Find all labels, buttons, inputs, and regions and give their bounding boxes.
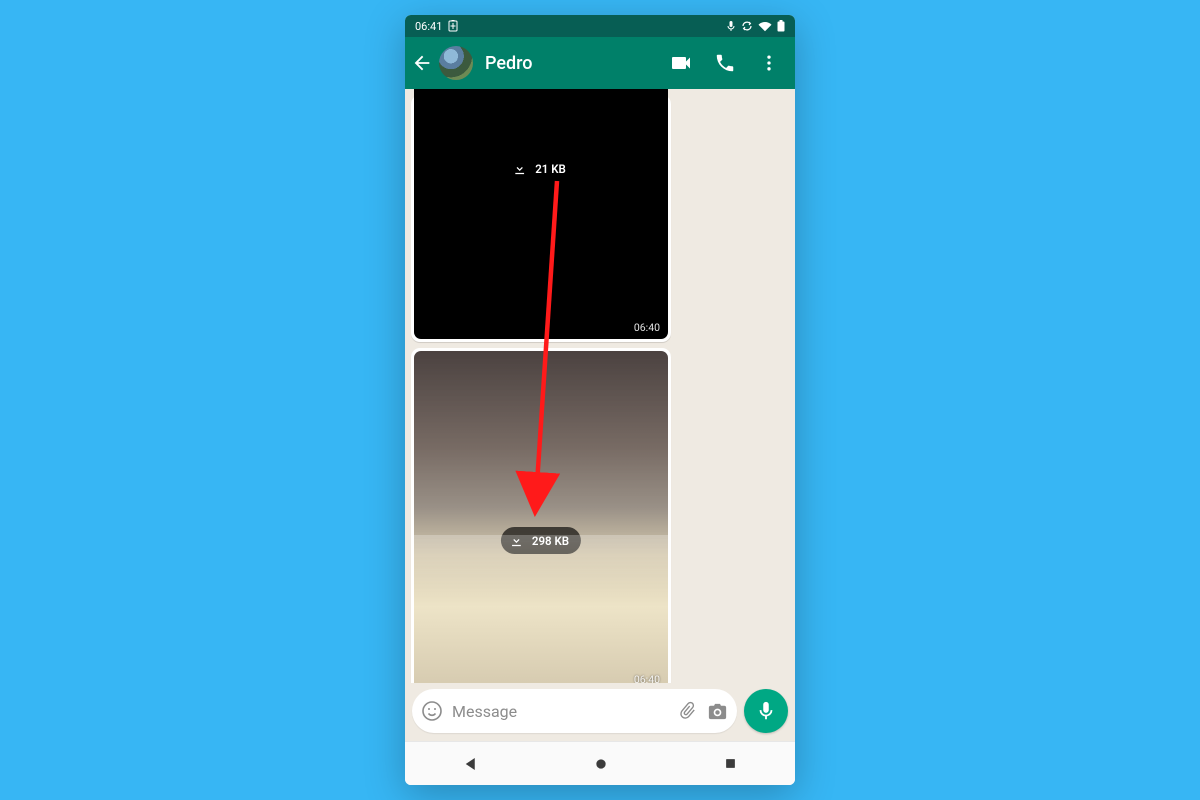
file-size: 21 KB xyxy=(535,162,566,176)
message-bubble[interactable]: 298 KB 06:40 xyxy=(411,348,671,683)
message-input[interactable]: Message xyxy=(452,702,668,721)
nav-home-icon[interactable] xyxy=(593,756,609,772)
composer-row: Message xyxy=(405,683,795,741)
chat-appbar: Pedro xyxy=(405,37,795,89)
android-navbar xyxy=(405,741,795,785)
message-time: 06:40 xyxy=(634,321,660,334)
download-button[interactable]: 21 KB xyxy=(504,155,578,182)
message-time: 06:40 xyxy=(634,673,660,683)
message-bubble[interactable]: 21 KB 06:40 xyxy=(411,95,671,342)
voice-call-button[interactable] xyxy=(705,52,745,74)
download-icon xyxy=(509,533,524,548)
menu-button[interactable] xyxy=(749,53,789,73)
contact-avatar[interactable] xyxy=(439,46,473,80)
download-icon xyxy=(512,161,527,176)
media-thumbnail[interactable]: 21 KB 06:40 xyxy=(414,89,668,339)
arrow-back-icon xyxy=(411,52,433,74)
battery-icon xyxy=(777,20,785,32)
phone-frame: 06:41 Pedro xyxy=(405,15,795,785)
attach-icon[interactable] xyxy=(676,700,698,722)
mic-icon xyxy=(755,700,777,722)
emoji-icon[interactable] xyxy=(420,699,444,723)
phone-icon xyxy=(714,52,736,74)
status-time: 06:41 xyxy=(415,20,442,33)
nav-recent-icon[interactable] xyxy=(723,756,738,771)
back-button[interactable] xyxy=(409,52,435,74)
battery-saver-icon xyxy=(448,20,458,32)
contact-name[interactable]: Pedro xyxy=(485,53,657,74)
sync-status-icon xyxy=(741,20,753,32)
media-thumbnail[interactable]: 298 KB 06:40 xyxy=(414,351,668,683)
mic-status-icon xyxy=(726,20,736,32)
more-vert-icon xyxy=(759,53,779,73)
wifi-icon xyxy=(758,21,772,32)
download-button[interactable]: 298 KB xyxy=(501,527,581,554)
video-call-button[interactable] xyxy=(661,51,701,75)
mic-send-button[interactable] xyxy=(744,689,788,733)
android-statusbar: 06:41 xyxy=(405,15,795,37)
message-input-container[interactable]: Message xyxy=(412,689,737,733)
nav-back-icon[interactable] xyxy=(462,755,480,773)
camera-icon[interactable] xyxy=(706,700,729,723)
chat-body[interactable]: 21 KB 06:40 298 KB 06:40 xyxy=(405,89,795,683)
stage: 06:41 Pedro xyxy=(0,0,1200,800)
file-size: 298 KB xyxy=(532,534,569,548)
video-icon xyxy=(669,51,693,75)
